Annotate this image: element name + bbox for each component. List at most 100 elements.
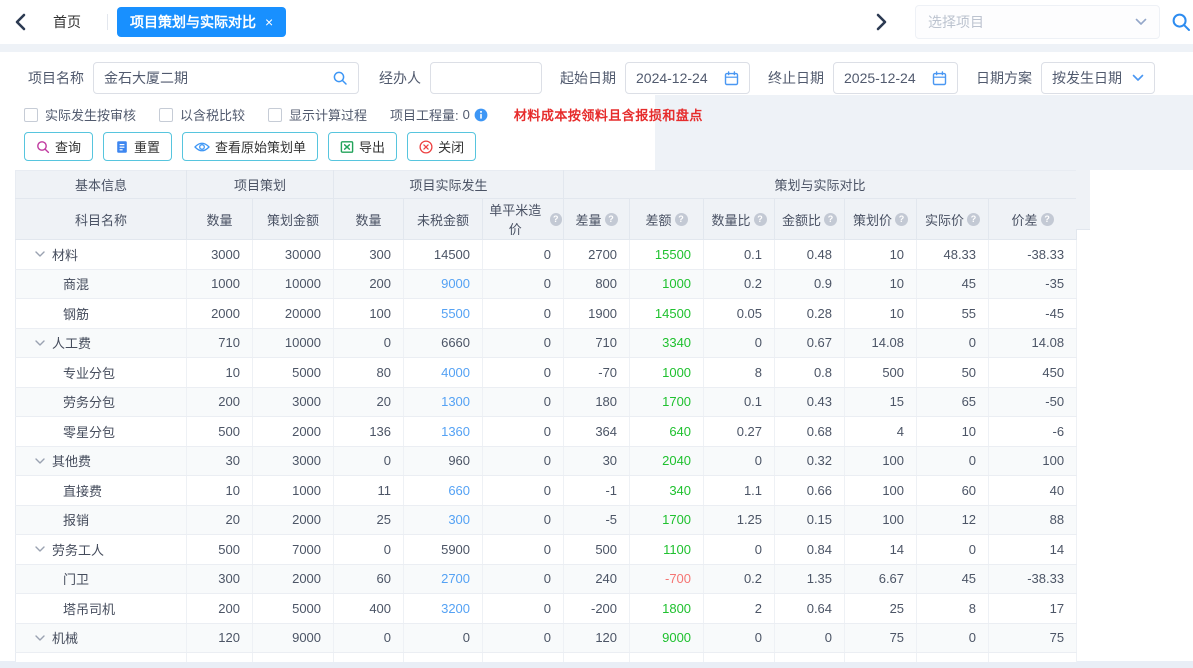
search-icon[interactable] (1171, 12, 1191, 37)
column-header: 数量比? (704, 199, 775, 240)
value-cell: 0 (704, 535, 775, 565)
group-header: 基本信息 (16, 171, 187, 199)
help-icon[interactable]: ? (550, 213, 563, 226)
amount-link-cell[interactable]: 1360 (404, 417, 483, 447)
value-cell: 0 (483, 417, 564, 447)
value-cell: 710 (187, 328, 253, 358)
amount-link-cell[interactable]: 2700 (404, 564, 483, 594)
material-cost-warning-text: 材料成本按领料且含报损和盘点 (514, 105, 703, 124)
collapse-chevron-icon[interactable] (35, 546, 45, 552)
calendar-icon[interactable] (724, 71, 739, 86)
checkbox-box[interactable] (268, 108, 282, 122)
amount-link-cell[interactable]: 3200 (404, 594, 483, 624)
account-name-cell: 塔吊司机 (16, 594, 187, 624)
project-quantity-label: 项目工程量: (390, 105, 459, 124)
value-cell: 0 (483, 476, 564, 506)
value-cell: 240 (564, 564, 630, 594)
account-name-cell: 报销 (16, 505, 187, 535)
end-date-field[interactable] (833, 62, 958, 94)
amount-link-cell[interactable]: 660 (404, 476, 483, 506)
collapse-chevron-icon[interactable] (35, 251, 45, 257)
excel-export-icon (340, 140, 354, 154)
value-cell: 400 (334, 594, 404, 624)
collapse-chevron-icon[interactable] (35, 340, 45, 346)
value-cell: 1100 (630, 535, 704, 565)
value-cell: 0 (404, 623, 483, 653)
value-cell: 48.33 (917, 240, 989, 270)
forward-chevron-icon[interactable] (876, 13, 887, 31)
back-chevron-icon[interactable] (15, 13, 26, 31)
project-name-field[interactable] (93, 62, 359, 94)
checkbox-actual-audited[interactable]: 实际发生按审核 (24, 105, 136, 124)
date-scheme-select[interactable]: 按发生日期 (1041, 62, 1155, 94)
value-cell: 5000 (253, 594, 334, 624)
value-cell: 20 (187, 505, 253, 535)
value-cell: 0.05 (704, 299, 775, 329)
help-icon[interactable]: ? (1041, 213, 1054, 226)
end-date-input[interactable] (844, 70, 926, 86)
checkbox-tax-included[interactable]: 以含税比较 (159, 105, 245, 124)
value-cell: 0.1 (704, 387, 775, 417)
amount-link-cell[interactable]: 300 (404, 505, 483, 535)
value-cell: 100 (989, 446, 1077, 476)
close-circle-icon (419, 140, 433, 154)
options-bar: 实际发生按审核 以含税比较 显示计算过程 项目工程量: 0 材料成本按领料且含报… (24, 105, 703, 124)
start-date-field[interactable] (625, 62, 750, 94)
value-cell: 0 (483, 505, 564, 535)
value-cell: 8 (917, 594, 989, 624)
value-cell: 10 (187, 358, 253, 388)
amount-link-cell[interactable]: 4000 (404, 358, 483, 388)
view-original-plan-button[interactable]: 查看原始策划单 (182, 132, 318, 161)
close-button[interactable]: 关闭 (407, 132, 476, 161)
start-date-input[interactable] (636, 70, 718, 86)
calendar-icon[interactable] (932, 71, 947, 86)
tab-close-icon[interactable]: × (265, 14, 273, 30)
reset-button[interactable]: 重置 (103, 132, 172, 161)
handler-field[interactable] (430, 62, 542, 94)
end-date-label: 终止日期 (768, 68, 824, 88)
value-cell: -35 (989, 269, 1077, 299)
empty-row (16, 653, 1077, 663)
value-cell: 0 (917, 623, 989, 653)
checkbox-box[interactable] (24, 108, 38, 122)
collapse-chevron-icon[interactable] (35, 458, 45, 464)
value-cell: 0 (483, 535, 564, 565)
value-cell: 15 (845, 387, 917, 417)
search-icon[interactable] (332, 70, 348, 86)
value-cell: 960 (404, 446, 483, 476)
help-icon[interactable]: ? (824, 213, 837, 226)
group-header: 项目策划 (187, 171, 334, 199)
checkbox-show-calculation[interactable]: 显示计算过程 (268, 105, 367, 124)
amount-link-cell[interactable]: 5500 (404, 299, 483, 329)
amount-link-cell[interactable]: 9000 (404, 269, 483, 299)
value-cell: 4 (845, 417, 917, 447)
project-name-label: 项目名称 (28, 68, 84, 88)
tab-home[interactable]: 首页 (53, 12, 81, 32)
help-icon[interactable]: ? (967, 213, 980, 226)
value-cell: 0.64 (775, 594, 845, 624)
help-icon[interactable]: ? (675, 213, 688, 226)
filter-bar: 项目名称 经办人 起始日期 终止日期 日期方案 按发生日期 (28, 62, 1155, 94)
help-icon[interactable]: ? (895, 213, 908, 226)
value-cell: 60 (334, 564, 404, 594)
eye-icon (194, 141, 210, 153)
column-header: 价差? (989, 199, 1077, 240)
project-select[interactable]: 选择项目 (915, 5, 1160, 39)
project-name-input[interactable] (104, 70, 326, 86)
checkbox-box[interactable] (159, 108, 173, 122)
help-icon[interactable]: ? (754, 213, 767, 226)
amount-link-cell[interactable]: 1300 (404, 387, 483, 417)
info-icon[interactable] (474, 108, 488, 122)
value-cell: 15500 (630, 240, 704, 270)
collapse-chevron-icon[interactable] (35, 635, 45, 641)
value-cell: 10 (845, 269, 917, 299)
handler-input[interactable] (441, 70, 531, 86)
export-button[interactable]: 导出 (328, 132, 397, 161)
background-panel (655, 95, 1193, 170)
empty-cell (989, 653, 1077, 663)
help-icon[interactable]: ? (605, 213, 618, 226)
query-button[interactable]: 查询 (24, 132, 93, 161)
horizontal-scrollbar-track[interactable] (0, 661, 1193, 668)
tab-project-comparison[interactable]: 项目策划与实际对比 × (117, 7, 286, 37)
group-header-row: 基本信息项目策划项目实际发生策划与实际对比 (16, 171, 1077, 199)
